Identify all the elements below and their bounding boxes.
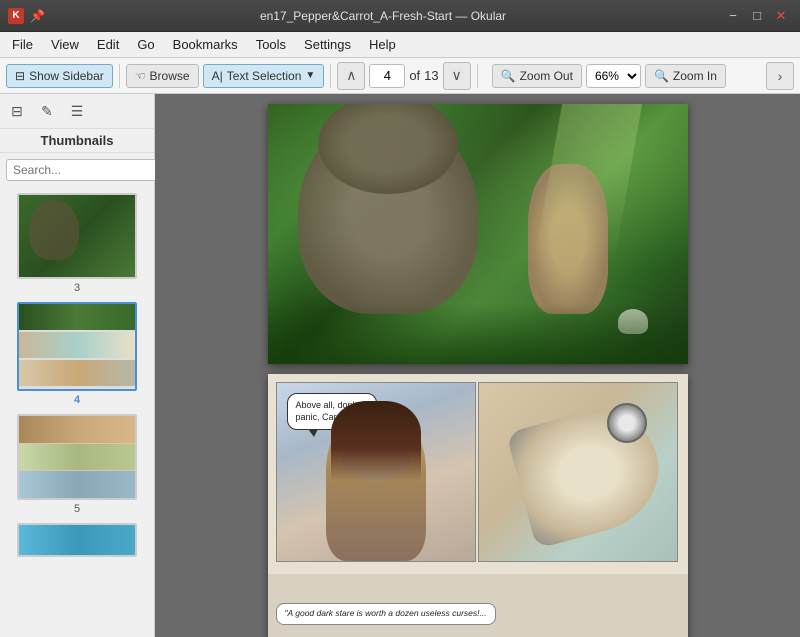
eye-detail bbox=[607, 403, 647, 443]
toolbar-separator-3 bbox=[477, 64, 478, 88]
text-selection-label: Text Selection bbox=[227, 69, 302, 83]
comic-panel-right bbox=[478, 382, 678, 562]
thumbnail-frame-3 bbox=[17, 193, 137, 279]
dropdown-arrow-icon: ▼ bbox=[305, 70, 315, 81]
page-5-label: 5 bbox=[74, 503, 80, 515]
thumb-image-5 bbox=[19, 416, 135, 498]
sidebar: ⊟ ✎ ☰ Thumbnails ▼ 3 bbox=[0, 94, 155, 637]
thumb-image-6-partial bbox=[19, 525, 135, 555]
sidebar-tools: ⊟ ✎ ☰ bbox=[0, 94, 154, 129]
outline-tool-button[interactable]: ☰ bbox=[64, 98, 90, 124]
ground-overlay bbox=[268, 304, 688, 364]
menu-settings[interactable]: Settings bbox=[296, 34, 359, 55]
tusk-shape bbox=[505, 397, 671, 549]
main-layout: ⊟ ✎ ☰ Thumbnails ▼ 3 bbox=[0, 94, 800, 637]
zoom-level-select[interactable]: 66% bbox=[586, 64, 641, 88]
toolbar: ⊟ Show Sidebar ☜ Browse A| Text Selectio… bbox=[0, 58, 800, 94]
content-area[interactable]: Above all, don't panic, Carrot... "A goo… bbox=[155, 94, 800, 637]
sidebar-icon: ⊟ bbox=[15, 69, 25, 83]
thumbnails-container[interactable]: 3 4 bbox=[0, 187, 154, 637]
character-hair bbox=[331, 401, 421, 481]
thumbnail-page-3[interactable]: 3 bbox=[6, 193, 148, 294]
window-controls: − □ ✕ bbox=[722, 5, 792, 27]
comic-panel-left: Above all, don't panic, Carrot... bbox=[276, 382, 476, 562]
thumbnail-page-5[interactable]: 5 bbox=[6, 414, 148, 515]
thumb-image-4 bbox=[19, 304, 137, 389]
thumbnail-page-6-partial[interactable] bbox=[6, 523, 148, 557]
light-ray bbox=[533, 104, 641, 264]
thumbnail-page-4[interactable]: 4 bbox=[6, 302, 148, 406]
menu-go[interactable]: Go bbox=[129, 34, 162, 55]
thumbnail-tool-button[interactable]: ⊟ bbox=[4, 98, 30, 124]
sidebar-title: Thumbnails bbox=[0, 129, 154, 153]
page-display: of 13 bbox=[369, 64, 438, 88]
menu-tools[interactable]: Tools bbox=[248, 34, 294, 55]
thumbnail-frame-6 bbox=[17, 523, 137, 557]
page-total-text: 13 bbox=[424, 68, 438, 83]
menu-bar: File View Edit Go Bookmarks Tools Settin… bbox=[0, 32, 800, 58]
zoom-in-button[interactable]: 🔍 Zoom In bbox=[645, 64, 726, 88]
text-selection-icon: A| bbox=[212, 69, 223, 83]
maximize-button[interactable]: □ bbox=[746, 5, 768, 27]
menu-view[interactable]: View bbox=[43, 34, 87, 55]
thumb5-row1 bbox=[19, 416, 135, 443]
browse-button[interactable]: ☜ Browse bbox=[126, 64, 199, 88]
title-bar: K 📌 en17_Pepper&Carrot_A-Fresh-Start — O… bbox=[0, 0, 800, 32]
app-icon: K bbox=[8, 8, 24, 24]
zoom-section: 🔍 Zoom Out 66% 🔍 Zoom In bbox=[492, 64, 726, 88]
comic-caption-row: "A good dark stare is worth a dozen usel… bbox=[268, 574, 688, 637]
pin-icon: 📌 bbox=[30, 9, 44, 23]
thumbnail-frame-5 bbox=[17, 414, 137, 500]
page-prev-button[interactable]: ∧ bbox=[337, 62, 365, 90]
page-next-button[interactable]: ∨ bbox=[443, 62, 471, 90]
page-4-comics: Above all, don't panic, Carrot... "A goo… bbox=[268, 374, 688, 637]
page-4-label: 4 bbox=[74, 394, 80, 406]
comic-illustration bbox=[268, 104, 688, 364]
search-input[interactable] bbox=[6, 159, 175, 181]
browse-icon: ☜ bbox=[135, 69, 146, 83]
text-selection-button[interactable]: A| Text Selection ▼ bbox=[203, 64, 325, 88]
show-sidebar-button[interactable]: ⊟ Show Sidebar bbox=[6, 64, 113, 88]
sidebar-search: ▼ bbox=[0, 153, 154, 187]
browse-label: Browse bbox=[150, 69, 190, 83]
menu-bookmarks[interactable]: Bookmarks bbox=[165, 34, 246, 55]
toolbar-separator-1 bbox=[119, 64, 120, 88]
title-bar-left: K 📌 bbox=[8, 8, 44, 24]
page-3-label: 3 bbox=[74, 282, 80, 294]
thumb-image-3 bbox=[19, 195, 135, 277]
thumb4-mid bbox=[19, 332, 135, 358]
menu-edit[interactable]: Edit bbox=[89, 34, 127, 55]
menu-file[interactable]: File bbox=[4, 34, 41, 55]
more-button[interactable]: › bbox=[766, 62, 794, 90]
page-number-input[interactable] bbox=[369, 64, 405, 88]
window-title: en17_Pepper&Carrot_A-Fresh-Start — Okula… bbox=[44, 9, 722, 23]
zoom-in-icon: 🔍 bbox=[654, 69, 669, 83]
menu-help[interactable]: Help bbox=[361, 34, 404, 55]
close-button[interactable]: ✕ bbox=[770, 5, 792, 27]
zoom-out-button[interactable]: 🔍 Zoom Out bbox=[492, 64, 582, 88]
comic-strip: Above all, don't panic, Carrot... bbox=[268, 374, 688, 574]
thumb4-bot bbox=[19, 360, 135, 386]
show-sidebar-label: Show Sidebar bbox=[29, 69, 104, 83]
annotation-tool-button[interactable]: ✎ bbox=[34, 98, 60, 124]
zoom-out-icon: 🔍 bbox=[501, 69, 516, 83]
thumb5-row2 bbox=[19, 444, 135, 471]
caption-box: "A good dark stare is worth a dozen usel… bbox=[276, 603, 496, 625]
thumbnail-frame-4 bbox=[17, 302, 137, 391]
thumb4-top bbox=[19, 304, 135, 330]
creature-figure bbox=[298, 114, 478, 314]
toolbar-separator-2 bbox=[330, 64, 331, 88]
minimize-button[interactable]: − bbox=[722, 5, 744, 27]
page-4-top bbox=[268, 104, 688, 364]
thumb5-row3 bbox=[19, 471, 135, 498]
page-of-text: of bbox=[409, 68, 420, 83]
